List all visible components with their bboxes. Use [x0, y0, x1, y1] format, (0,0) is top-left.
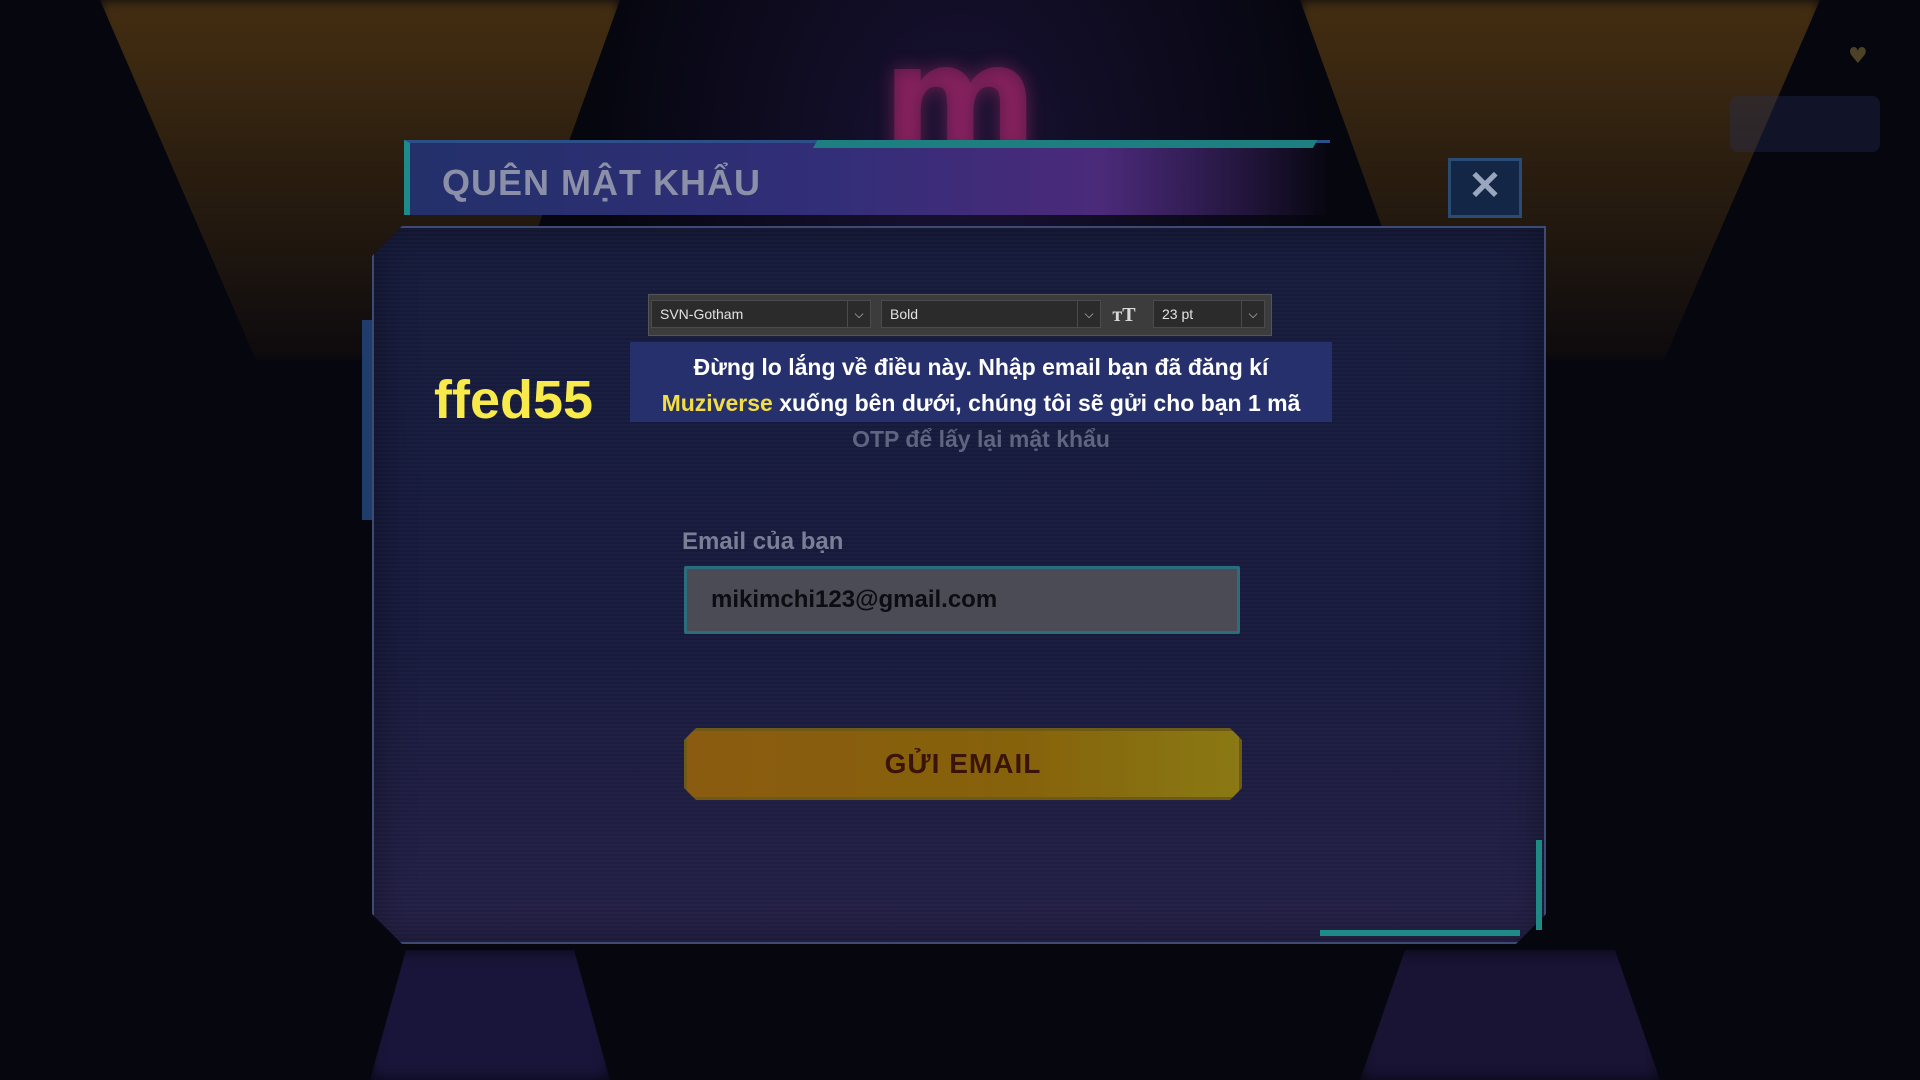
- chevron-down-icon: ⌵: [1241, 301, 1264, 327]
- font-toolbar: SVN-Gotham ⌵ Bold ⌵ ᴛT 23 pt ⌵: [648, 294, 1272, 336]
- description-line-2-rest: xuống bên dưới, chúng tôi sẽ gửi cho bạn…: [772, 390, 1301, 416]
- font-size-value: 23 pt: [1162, 306, 1194, 322]
- close-button[interactable]: ✕: [1448, 158, 1522, 218]
- email-input[interactable]: mikimchi123@gmail.com: [684, 566, 1240, 634]
- font-family-select[interactable]: SVN-Gotham ⌵: [651, 300, 871, 328]
- send-email-label: GỬI EMAIL: [884, 748, 1042, 779]
- heart-icon: ♥: [1848, 44, 1868, 69]
- chevron-down-icon: ⌵: [847, 301, 870, 327]
- stage-light-left: [370, 950, 610, 1080]
- text-size-icon: ᴛT: [1112, 304, 1136, 326]
- title-bar-decoration: [802, 140, 1318, 166]
- description-line-3: OTP để lấy lại mật khẩu: [852, 426, 1110, 452]
- stage-light-right: [1360, 950, 1660, 1080]
- dialog-right-accent: [1536, 840, 1542, 930]
- font-family-value: SVN-Gotham: [660, 306, 744, 322]
- brand-highlight: Muziverse: [661, 390, 773, 416]
- dialog-bottom-accent: [1320, 930, 1520, 936]
- email-label: Email của bạn: [682, 528, 844, 555]
- font-style-value: Bold: [890, 306, 919, 322]
- chevron-down-icon: ⌵: [1077, 301, 1100, 327]
- description-line-1: Đừng lo lắng về điều này. Nhập email bạn…: [693, 354, 1269, 380]
- background-top-right-button: [1730, 96, 1880, 152]
- dialog-left-accent: [362, 320, 372, 520]
- font-size-select[interactable]: 23 pt ⌵: [1153, 300, 1265, 328]
- description-line-2: Muziverse xuống bên dưới, chúng tôi sẽ g…: [630, 390, 1332, 417]
- send-email-button[interactable]: GỬI EMAIL: [684, 728, 1242, 800]
- email-input-value: mikimchi123@gmail.com: [711, 586, 998, 613]
- close-icon: ✕: [1468, 164, 1502, 208]
- color-code-label: ffed55: [434, 370, 594, 430]
- dialog-title: QUÊN MẬT KHẨU: [442, 162, 761, 203]
- font-style-select[interactable]: Bold ⌵: [881, 300, 1101, 328]
